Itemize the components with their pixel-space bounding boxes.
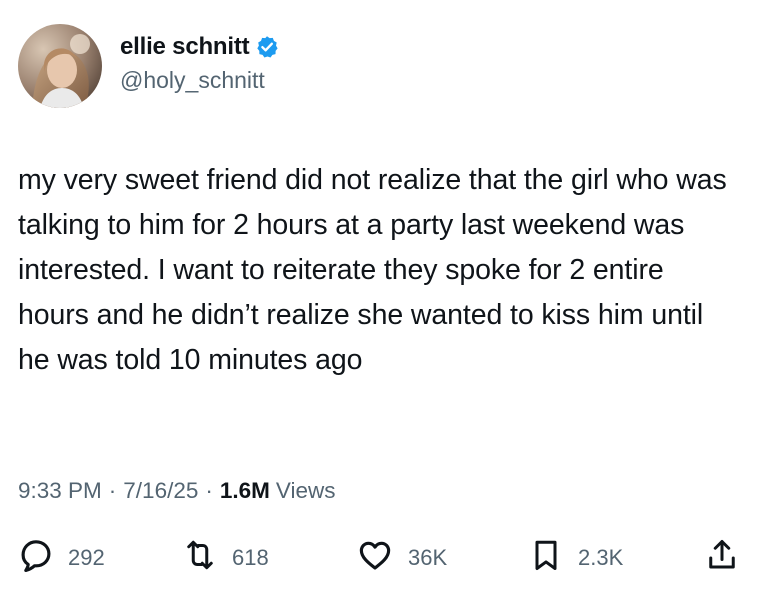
repost-icon	[182, 537, 218, 579]
display-name[interactable]: ellie schnitt	[120, 33, 250, 61]
share-button[interactable]	[704, 536, 740, 580]
reply-icon	[18, 537, 54, 579]
verified-badge-icon	[255, 35, 279, 59]
like-count: 36K	[408, 545, 448, 570]
reply-count: 292	[68, 545, 105, 570]
author-names: ellie schnitt @holy_schnitt	[120, 33, 279, 94]
repost-button[interactable]: 618	[182, 536, 269, 580]
bookmark-button[interactable]: 2.3K	[528, 536, 623, 580]
tweet-header: ellie schnitt @holy_schnitt	[18, 24, 279, 108]
like-button[interactable]: 36K	[356, 536, 447, 580]
meta-separator: ·	[108, 478, 117, 503]
views-count[interactable]: 1.6M	[220, 478, 270, 504]
tweet-meta: 9:33 PM · 7/16/25 · 1.6M Views	[18, 478, 336, 504]
bookmark-count: 2.3K	[578, 545, 624, 570]
author-handle[interactable]: @holy_schnitt	[120, 67, 279, 94]
avatar[interactable]	[18, 24, 102, 108]
views-label: Views	[275, 478, 336, 503]
tweet-text: my very sweet friend did not realize tha…	[18, 164, 727, 376]
meta-separator: ·	[205, 478, 213, 503]
share-icon	[704, 537, 740, 579]
tweet-actions: 292 618 36K 2.3K	[18, 536, 742, 580]
heart-icon	[356, 536, 394, 580]
name-row: ellie schnitt	[120, 33, 279, 61]
bookmark-icon	[528, 537, 564, 579]
reply-button[interactable]: 292	[18, 536, 105, 580]
tweet-date[interactable]: 7/16/25	[123, 478, 198, 504]
repost-count: 618	[232, 545, 269, 570]
tweet-time[interactable]: 9:33 PM	[18, 478, 102, 504]
